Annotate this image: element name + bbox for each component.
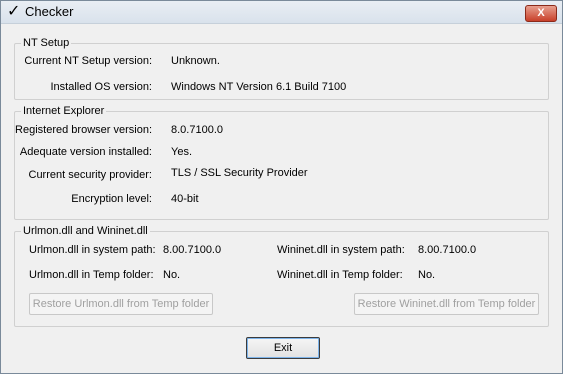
exit-button[interactable]: Exit [246, 337, 320, 359]
internet-explorer-legend: Internet Explorer [23, 105, 105, 117]
security-provider-value: TLS / SSL Security Provider [171, 167, 308, 179]
urlmon-wininet-legend: Urlmon.dll and Wininet.dll [23, 225, 148, 237]
urlmon-temp-folder-value: No. [163, 269, 181, 281]
title-bar[interactable]: ✓ Checker X [1, 1, 562, 24]
wininet-system-path-label: Wininet.dll in system path: [277, 244, 405, 256]
installed-os-value: Windows NT Version 6.1 Build 7100 [171, 81, 347, 93]
security-provider-label: Current security provider: [28, 169, 153, 181]
wininet-system-path-value: 8.00.7100.0 [418, 244, 477, 256]
registered-browser-label: Registered browser version: [15, 124, 152, 136]
window-title: Checker [25, 4, 74, 19]
nt-setup-legend: NT Setup [23, 37, 70, 49]
adequate-version-value: Yes. [171, 146, 193, 158]
restore-wininet-button[interactable]: Restore Wininet.dll from Temp folder [354, 293, 539, 315]
encryption-level-value: 40-bit [171, 193, 199, 205]
checkmark-icon: ✓ [7, 3, 21, 20]
adequate-version-label: Adequate version installed: [19, 146, 152, 158]
encryption-level-label: Encryption level: [71, 193, 152, 205]
registered-browser-value: 8.0.7100.0 [171, 124, 223, 136]
checker-window: ✓ Checker X NT Setup Current NT Setup ve… [0, 0, 563, 374]
urlmon-system-path-label: Urlmon.dll in system path: [29, 244, 156, 256]
current-nt-setup-value: Unknown. [171, 55, 220, 67]
installed-os-label: Installed OS version: [50, 81, 153, 93]
restore-urlmon-button[interactable]: Restore Urlmon.dll from Temp folder [29, 293, 213, 315]
urlmon-temp-folder-label: Urlmon.dll in Temp folder: [29, 269, 154, 281]
urlmon-system-path-value: 8.00.7100.0 [163, 244, 222, 256]
close-button[interactable]: X [525, 5, 557, 22]
wininet-temp-folder-label: Wininet.dll in Temp folder: [277, 269, 403, 281]
wininet-temp-folder-value: No. [418, 269, 436, 281]
current-nt-setup-label: Current NT Setup version: [24, 55, 152, 67]
